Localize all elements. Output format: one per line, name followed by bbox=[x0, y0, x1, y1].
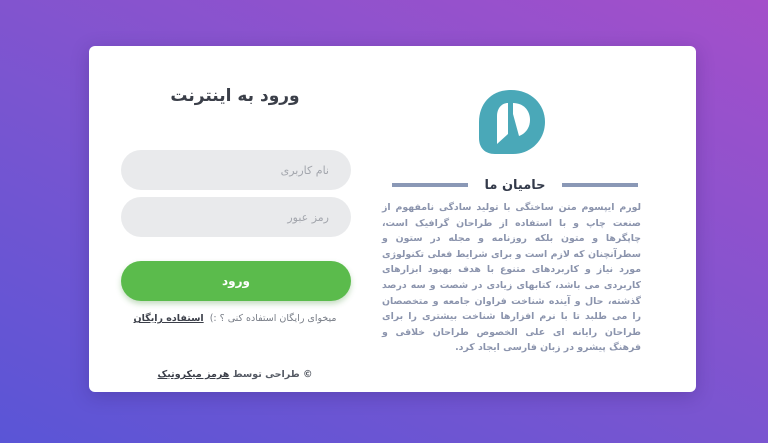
login-section: ورود به اینترنت ورود میخوای رایگان استفا… bbox=[119, 46, 351, 392]
sponsors-section: حامیان ما لورم ایپسوم متن ساختگی با تولی… bbox=[379, 46, 641, 392]
sponsors-title: حامیان ما bbox=[484, 177, 546, 193]
designer-credit: © طراحی توسط هرمز میکروتیک bbox=[119, 369, 351, 380]
login-card: حامیان ما لورم ایپسوم متن ساختگی با تولی… bbox=[89, 46, 696, 392]
password-field[interactable] bbox=[121, 197, 351, 237]
free-usage-link[interactable]: استفاده رایگان bbox=[134, 313, 204, 324]
free-usage-prompt: میخوای رایگان استفاده کنی ؟ :) bbox=[209, 313, 337, 324]
divider-line bbox=[392, 183, 469, 187]
free-usage-row: میخوای رایگان استفاده کنی ؟ :) استفاده ر… bbox=[119, 313, 351, 324]
chat-bubble-logo-icon bbox=[479, 90, 545, 154]
username-field[interactable] bbox=[121, 150, 351, 190]
sponsors-description: لورم ایپسوم متن ساختگی با تولید سادگی نا… bbox=[382, 202, 641, 354]
credit-link[interactable]: هرمز میکروتیک bbox=[158, 369, 230, 380]
sponsors-heading-row: حامیان ما bbox=[389, 174, 641, 196]
login-button[interactable]: ورود bbox=[121, 261, 351, 301]
divider-line bbox=[561, 183, 638, 187]
credit-prefix: © طراحی توسط bbox=[232, 369, 313, 380]
page-title: ورود به اینترنت bbox=[170, 86, 300, 106]
